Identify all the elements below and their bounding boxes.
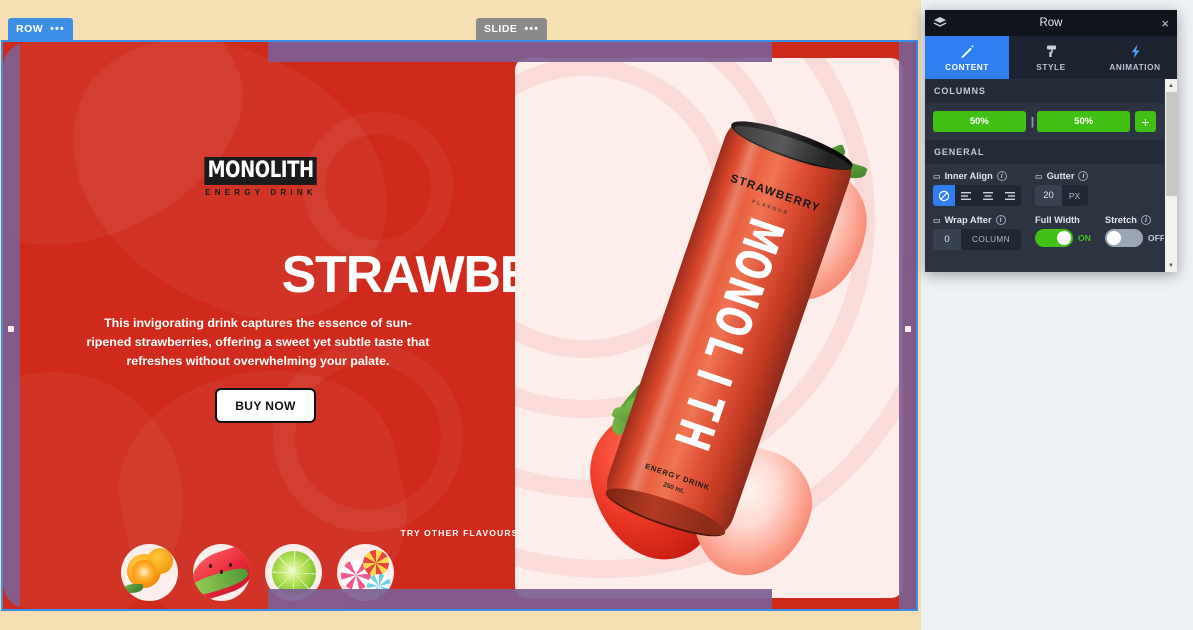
full-width-toggle[interactable] [1035,229,1073,247]
product-card: STRAWBERRY FLAVOUR M O N O L I T H ENERG… [515,58,903,598]
column-overlay-right[interactable] [899,42,916,609]
panel-body: COLUMNS 50% || 50% + GENERAL ▭ Inner Ali… [925,79,1177,272]
gutter-input[interactable]: 20 [1035,185,1062,206]
column-chip-2[interactable]: 50% [1037,111,1130,132]
lightning-icon [1127,43,1144,60]
gutter-label: Gutter [1046,171,1075,181]
column-overlay-bottom[interactable] [268,589,772,609]
row-badge-menu-icon[interactable]: ••• [50,23,65,35]
tab-style[interactable]: STYLE [1009,36,1093,79]
inner-align-label-row: ▭ Inner Align i [933,171,1021,181]
row-badge-label: ROW [16,23,44,35]
slide-badge[interactable]: SLIDE ••• [476,18,547,40]
scrollbar-track[interactable] [1165,92,1178,259]
close-icon[interactable]: × [1161,17,1169,30]
stretch-toggle[interactable] [1104,229,1143,247]
info-icon[interactable]: i [1140,215,1151,225]
panel-header: Row × [925,10,1177,36]
resize-handle-left[interactable] [8,325,14,332]
columns-row: 50% || 50% + [925,103,1164,140]
column-overlay-top[interactable] [268,42,772,62]
panel-scroll-area: COLUMNS 50% || 50% + GENERAL ▭ Inner Ali… [925,79,1164,272]
gutter-control: ▭ Gutter i 20 PX [1035,171,1089,206]
column-overlay-left[interactable] [3,42,20,609]
stretch-label-row: Stretch i [1105,215,1164,225]
panel-tabs: CONTENT STYLE ANIMATION [925,36,1177,79]
monitor-icon: ▭ [933,171,941,181]
brand-logo: MONOLITH ENERGY DRINK [11,157,511,197]
buy-now-button[interactable]: BUY NOW [215,388,316,423]
inner-align-segmented [933,185,1021,206]
gutter-unit-select[interactable]: PX [1062,185,1087,206]
stretch-label: Stretch [1104,215,1137,225]
stretch-control: Stretch i OFF [1104,215,1164,250]
info-icon[interactable]: i [995,215,1006,225]
slide-red-background: MONOLITH ENERGY DRINK STRAWBERRY This in… [3,42,916,609]
columns-section-title: COLUMNS [925,79,1164,103]
general-section-title: GENERAL [925,140,1164,164]
brand-logo-tagline: ENERGY DRINK [205,188,317,197]
tab-style-label: STYLE [1036,63,1066,72]
slide-badge-menu-icon[interactable]: ••• [524,23,539,35]
slide-canvas[interactable]: MONOLITH ENERGY DRINK STRAWBERRY This in… [1,40,918,611]
panel-title: Row [1039,17,1063,29]
tab-content[interactable]: CONTENT [925,36,1009,79]
tab-content-label: CONTENT [945,63,989,72]
tab-animation[interactable]: ANIMATION [1093,36,1177,79]
inner-align-none-button[interactable] [933,185,955,206]
pencil-icon [959,43,976,60]
wrap-after-input-group: 0 COLUMN [933,229,1021,250]
info-icon[interactable]: i [996,171,1007,181]
column-chip-1[interactable]: 50% [933,111,1026,132]
scroll-down-icon[interactable]: ▼ [1165,259,1178,272]
inner-align-right-button[interactable] [999,185,1021,206]
slide-badge-label: SLIDE [484,23,518,35]
gutter-label-row: ▭ Gutter i [1035,171,1089,181]
resize-handle-right[interactable] [905,325,911,332]
wrap-after-label: Wrap After [944,215,992,225]
full-width-control: Full Width ON [1035,215,1091,250]
monitor-icon: ▭ [1035,171,1043,181]
row-badge[interactable]: ROW ••• [8,18,73,40]
stretch-toggle-row: OFF [1104,229,1164,247]
full-width-state: ON [1078,233,1091,243]
gutter-input-group: 20 PX [1035,185,1089,206]
inner-align-center-button[interactable] [977,185,999,206]
scrollbar-thumb[interactable] [1165,92,1177,196]
slide-body-text: This invigorating drink captures the ess… [86,316,430,369]
brand-logo-name: MONOLITH [204,157,318,185]
info-icon[interactable]: i [1078,171,1089,181]
full-width-label: Full Width [1035,215,1080,225]
flavour-thumb-watermelon[interactable] [193,544,250,601]
stretch-state: OFF [1147,233,1164,243]
inner-align-left-button[interactable] [955,185,977,206]
flavour-thumb-orange[interactable] [121,544,178,601]
add-column-button[interactable]: + [1135,111,1156,132]
tab-animation-label: ANIMATION [1109,63,1161,72]
monitor-icon: ▭ [933,215,941,225]
column-divider-icon[interactable]: || [1031,116,1034,128]
panel-scrollbar[interactable]: ▲ ▼ [1164,79,1177,272]
wrap-after-label-row: ▭ Wrap After i [933,215,1021,225]
wrap-after-control: ▭ Wrap After i 0 COLUMN [933,215,1021,250]
general-controls: ▭ Inner Align i ▭ Gutter i 20 PX ▭ Wrap … [925,164,1164,267]
inner-align-label: Inner Align [944,171,993,181]
scroll-up-icon[interactable]: ▲ [1165,79,1178,92]
inner-align-control: ▭ Inner Align i [933,171,1021,206]
wrap-after-input[interactable]: 0 [933,229,961,250]
row-settings-panel: Row × CONTENT STYLE ANIMATION COLUMNS 50… [925,10,1177,272]
full-width-toggle-row: ON [1035,229,1091,247]
paint-roller-icon [1043,43,1060,60]
editor-workspace: ROW ••• SLIDE ••• MONOLITH ENERGY DRINK … [0,0,1193,630]
wrap-after-unit-select[interactable]: COLUMN [961,229,1021,250]
full-width-label-row: Full Width [1035,215,1091,225]
